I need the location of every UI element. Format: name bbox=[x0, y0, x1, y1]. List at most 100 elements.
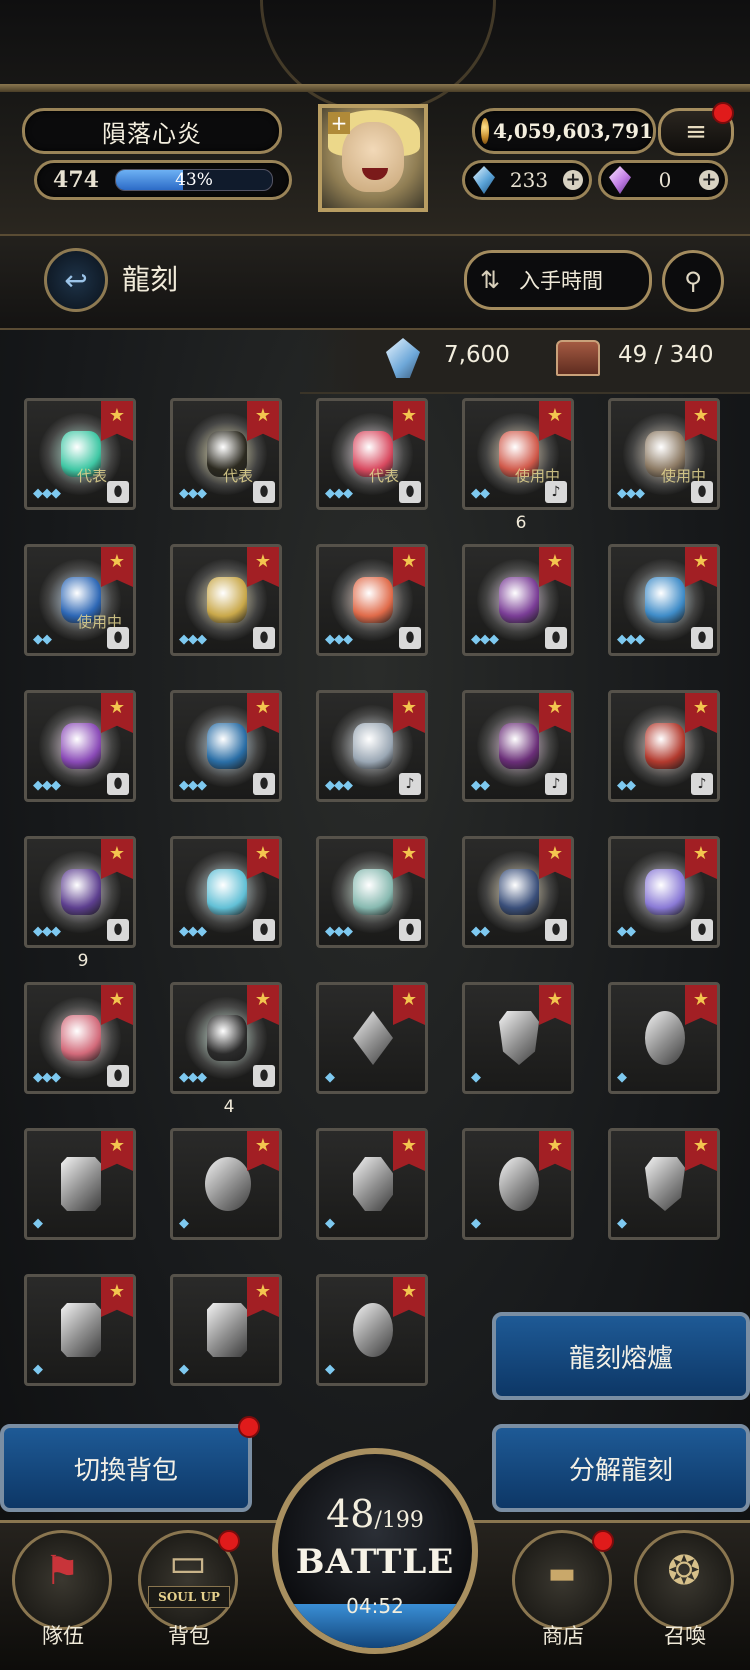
stamina: 48/199 bbox=[278, 1492, 472, 1536]
shield-icon: ⬮ bbox=[253, 773, 275, 795]
sort-button[interactable]: ⇅ 入手時間 bbox=[464, 250, 652, 310]
dragon-rune-card[interactable]: ★ ◆◆◆ ⬮ bbox=[462, 544, 574, 656]
decompose-button[interactable]: 分解龍刻 bbox=[492, 1424, 750, 1512]
pink-gem-icon bbox=[609, 166, 631, 194]
dragon-rune-card[interactable]: ★ ◆◆◆ 代表 ⬮ bbox=[316, 398, 428, 510]
dragon-rune-card[interactable]: ★ ◆ bbox=[170, 1128, 282, 1240]
status-tag: 代表 bbox=[369, 467, 400, 485]
filter-button[interactable]: ⚲ bbox=[662, 250, 724, 312]
rarity-diamonds: ◆ bbox=[33, 1362, 43, 1377]
header-frame bbox=[0, 84, 750, 92]
dragon-rune-card[interactable]: ★ ◆ bbox=[608, 982, 720, 1094]
dragon-rune-card[interactable]: ★ ◆◆ 使用中 ♪ 6 bbox=[462, 398, 574, 533]
rarity-diamonds: ◆◆◆ bbox=[179, 632, 207, 647]
dragon-rune-card[interactable]: ★ ◆◆◆ ⬮ bbox=[316, 544, 428, 656]
dragon-rune-card[interactable]: ★ ◆◆◆ ⬮ 4 bbox=[170, 982, 282, 1117]
nav-team[interactable]: ⚑ 隊伍 bbox=[8, 1530, 118, 1648]
player-name: 隕落心炎 bbox=[22, 108, 282, 154]
dragon-rune-card[interactable]: ★ ◆◆◆ ♪ bbox=[316, 690, 428, 802]
dragon-rune-card[interactable]: ★ ◆◆◆ 使用中 ⬮ bbox=[608, 398, 720, 510]
dragon-rune-card[interactable]: ★ ◆◆◆ 代表 ⬮ bbox=[24, 398, 136, 510]
rarity-diamonds: ◆ bbox=[179, 1216, 189, 1231]
shield-icon: ⬮ bbox=[545, 919, 567, 941]
furnace-button[interactable]: 龍刻熔爐 bbox=[492, 1312, 750, 1400]
dragon-rune-card[interactable]: ★ ◆◆◆ ⬮ bbox=[608, 544, 720, 656]
rarity-diamonds: ◆◆◆ bbox=[325, 778, 353, 793]
rank-flag-icon: ★ bbox=[393, 985, 425, 1025]
dragon-rune-card[interactable]: ★ ◆ bbox=[24, 1274, 136, 1386]
dragon-rune-card[interactable]: ★ ◆ bbox=[316, 1128, 428, 1240]
rank-flag-icon: ★ bbox=[685, 1131, 717, 1171]
dragon-rune-icon bbox=[499, 1157, 539, 1211]
dragon-rune-card[interactable]: ★ ◆ bbox=[170, 1274, 282, 1386]
shop-sign-icon: ▬ bbox=[547, 1556, 577, 1591]
dragon-rune-icon bbox=[61, 869, 101, 915]
rarity-diamonds: ◆◆◆ bbox=[179, 1070, 207, 1085]
note-icon: ♪ bbox=[691, 773, 713, 795]
add-pink-gem-button[interactable]: + bbox=[699, 170, 719, 190]
blue-gem-icon bbox=[473, 166, 495, 194]
shield-icon: ⬮ bbox=[691, 481, 713, 503]
rarity-diamonds: ◆◆◆ bbox=[33, 1070, 61, 1085]
dragon-rune-card[interactable]: ★ ◆◆◆ ⬮ bbox=[24, 982, 136, 1094]
dragon-rune-card[interactable]: ★ ◆ bbox=[462, 982, 574, 1094]
dragon-rune-icon bbox=[353, 1011, 393, 1065]
sort-order-icon: ⇅ bbox=[479, 266, 501, 294]
dragon-rune-card[interactable]: ★ ◆◆ ⬮ bbox=[462, 836, 574, 948]
shield-icon: ⬮ bbox=[691, 627, 713, 649]
dragon-rune-card[interactable]: ★ ◆◆◆ ⬮ 9 bbox=[24, 836, 136, 971]
rarity-diamonds: ◆◆◆ bbox=[325, 632, 353, 647]
dragon-rune-card[interactable]: ★ ◆ bbox=[608, 1128, 720, 1240]
dragon-rune-icon bbox=[353, 869, 393, 915]
rarity-diamonds: ◆◆◆ bbox=[179, 924, 207, 939]
rarity-diamonds: ◆ bbox=[617, 1070, 627, 1085]
rarity-diamonds: ◆◆◆ bbox=[33, 778, 61, 793]
dragon-rune-card[interactable]: ★ ◆◆◆ ⬮ bbox=[170, 836, 282, 948]
dragon-rune-card[interactable]: ★ ◆ bbox=[316, 1274, 428, 1386]
dragon-rune-icon bbox=[61, 1015, 101, 1061]
dragon-rune-card[interactable]: ★ ◆◆ ⬮ bbox=[608, 836, 720, 948]
switch-bag-button[interactable]: 切換背包 bbox=[0, 1424, 252, 1512]
dragon-rune-card[interactable]: ★ ◆ bbox=[316, 982, 428, 1094]
filter-icon: ⚲ bbox=[684, 267, 702, 295]
dragon-rune-card[interactable]: ★ ◆◆◆ ⬮ bbox=[316, 836, 428, 948]
dragon-rune-card[interactable]: ★ ◆◆◆ 代表 ⬮ bbox=[170, 398, 282, 510]
dragon-rune-card[interactable]: ★ ◆◆ 使用中 ⬮ bbox=[24, 544, 136, 656]
rarity-diamonds: ◆◆◆ bbox=[33, 486, 61, 501]
add-blue-gem-button[interactable]: + bbox=[563, 170, 583, 190]
storage-chest-icon bbox=[556, 340, 600, 376]
shield-icon: ⬮ bbox=[399, 481, 421, 503]
battle-button[interactable]: 48/199 BATTLE 04:52 bbox=[272, 1448, 478, 1654]
rank-flag-icon: ★ bbox=[247, 693, 279, 733]
dragon-rune-card[interactable]: ★ ◆ bbox=[462, 1128, 574, 1240]
shield-icon: ⬮ bbox=[399, 627, 421, 649]
shield-icon: ⬮ bbox=[545, 627, 567, 649]
nav-summon[interactable]: ❂ 召喚 bbox=[630, 1530, 740, 1648]
dragon-rune-card[interactable]: ★ ◆◆ ♪ bbox=[608, 690, 720, 802]
rank-flag-icon: ★ bbox=[685, 401, 717, 441]
rank-flag-icon: ★ bbox=[101, 1277, 133, 1317]
rank-flag-icon: ★ bbox=[685, 839, 717, 879]
gold-coin-icon bbox=[481, 118, 489, 144]
rarity-diamonds: ◆ bbox=[325, 1216, 335, 1231]
rarity-diamonds: ◆◆◆ bbox=[325, 924, 353, 939]
back-button[interactable]: ↩ bbox=[44, 248, 108, 312]
rank-flag-icon: ★ bbox=[101, 985, 133, 1025]
item-count: 6 bbox=[515, 513, 527, 533]
dragon-rune-icon bbox=[205, 1157, 251, 1211]
rarity-diamonds: ◆◆ bbox=[471, 778, 490, 793]
rarity-diamonds: ◆◆◆ bbox=[33, 924, 61, 939]
dragon-rune-card[interactable]: ★ ◆◆ ♪ bbox=[462, 690, 574, 802]
switch-bag-notification-dot bbox=[238, 1416, 260, 1438]
rarity-diamonds: ◆ bbox=[325, 1362, 335, 1377]
dragon-rune-card[interactable]: ★ ◆ bbox=[24, 1128, 136, 1240]
note-icon: ♪ bbox=[545, 773, 567, 795]
dragon-rune-card[interactable]: ★ ◆◆◆ ⬮ bbox=[170, 544, 282, 656]
dragon-rune-card[interactable]: ★ ◆◆◆ ⬮ bbox=[170, 690, 282, 802]
rank-flag-icon: ★ bbox=[539, 693, 571, 733]
dragon-rune-icon bbox=[645, 723, 685, 769]
player-avatar[interactable]: + bbox=[318, 104, 428, 212]
nav-shop-label: 商店 bbox=[542, 1624, 584, 1648]
shop-notification-dot bbox=[592, 1530, 614, 1552]
dragon-rune-card[interactable]: ★ ◆◆◆ ⬮ bbox=[24, 690, 136, 802]
